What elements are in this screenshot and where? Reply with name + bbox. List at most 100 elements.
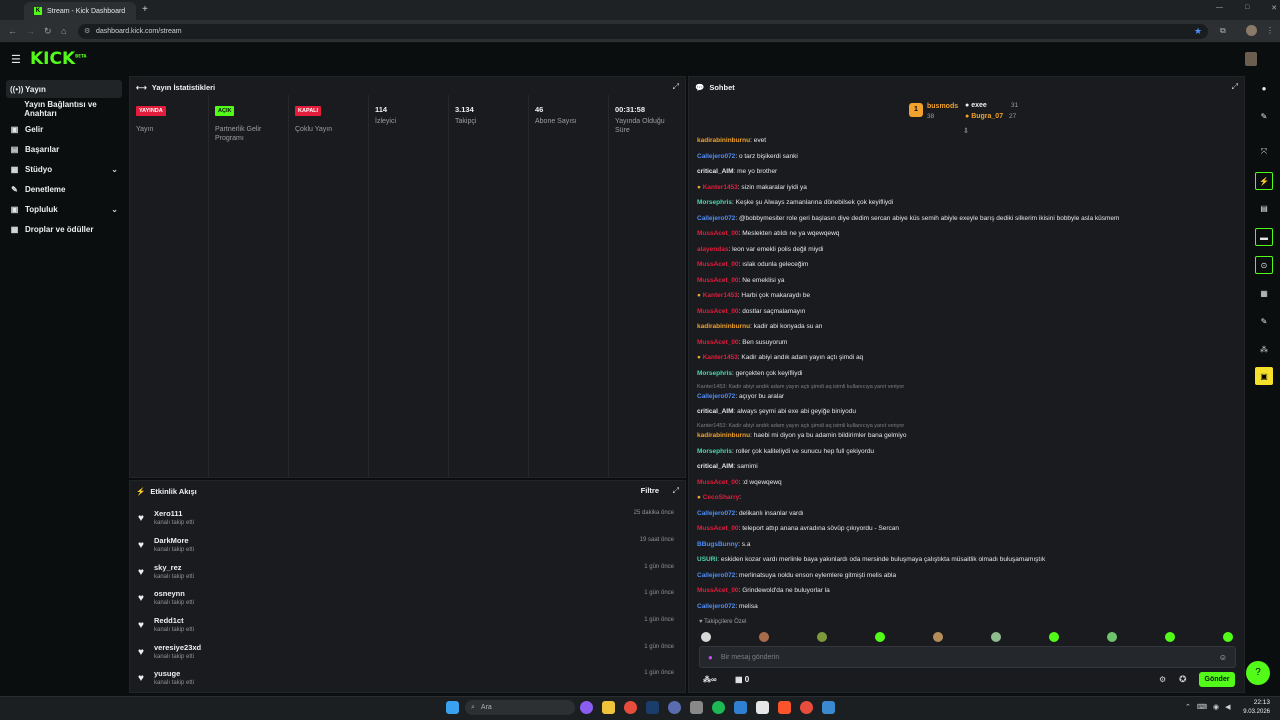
chat-username[interactable]: critical_AIM (697, 408, 734, 415)
new-tab-button[interactable]: + (142, 4, 148, 15)
sidebar-item-basarilar[interactable]: ▤ Başarılar (6, 140, 122, 158)
sidebar-item-studyo[interactable]: ▦ Stüdyo ⌄ (6, 160, 122, 178)
chat-username[interactable]: Morsephris (697, 370, 732, 377)
expand-icon[interactable]: ⤢ (673, 82, 679, 92)
home-icon[interactable]: ⌂ (61, 26, 66, 36)
emote-icon[interactable] (1049, 632, 1059, 642)
clapper-icon[interactable]: ▣ (1255, 367, 1273, 385)
chrome-active-icon[interactable] (800, 701, 813, 714)
minimize-button[interactable]: — (1216, 4, 1223, 12)
sidebar-item-yayin[interactable]: ((•)) Yayın (6, 80, 122, 98)
emote-icon[interactable] (759, 632, 769, 642)
close-window-button[interactable]: ✕ (1271, 4, 1277, 12)
chat-username[interactable]: Callejero072 (697, 572, 735, 579)
help-chat-button[interactable]: ? (1246, 661, 1270, 685)
chat-username[interactable]: MussAcet_00 (697, 339, 739, 346)
app-icon[interactable] (668, 701, 681, 714)
chat-username[interactable]: Morsephris (697, 448, 732, 455)
emote-icon[interactable] (1223, 632, 1233, 642)
chat-username[interactable]: Callejero072 (697, 603, 735, 610)
chat-username[interactable]: Kanter1453 (703, 354, 738, 361)
mod-tools-icon[interactable]: ✪ (1179, 674, 1187, 685)
chat-username[interactable]: MussAcet_00 (697, 230, 739, 237)
edit-icon[interactable]: ✎ (1255, 107, 1273, 125)
sidebar-item-topluluk[interactable]: ▣ Topluluk ⌄ (6, 200, 122, 218)
chat-username[interactable]: MussAcet_00 (697, 277, 739, 284)
sidebar-item-gelir[interactable]: ▣ Gelir (6, 120, 122, 138)
reload-icon[interactable]: ↻ (44, 26, 52, 37)
emote-icon[interactable] (701, 632, 711, 642)
layout-icon[interactable]: ▦ (1255, 284, 1273, 302)
leader-3[interactable]: ● Bugra_07 (965, 113, 1003, 120)
vscode-icon[interactable] (734, 701, 747, 714)
kick-logo[interactable]: KICKBETA (30, 49, 86, 69)
chat-toggle-icon[interactable]: ▬ (1255, 228, 1273, 246)
wrench-tool-icon[interactable]: ✎ (1255, 312, 1273, 330)
extensions-icon[interactable]: ⧉ (1220, 26, 1226, 36)
chat-username[interactable]: Callejero072 (697, 215, 735, 222)
app-icon[interactable] (822, 701, 835, 714)
chat-username[interactable]: BBugsBunny (697, 541, 738, 548)
activity-user[interactable]: Xero111 (154, 509, 182, 518)
chat-username[interactable]: Callejero072 (697, 510, 735, 517)
chat-username[interactable]: CecoSharry (703, 494, 740, 501)
menu-icon[interactable]: ☰ (11, 53, 21, 66)
expand-icon[interactable]: ⤢ (1232, 82, 1238, 92)
address-bar[interactable]: dashboard.kick.com/stream (78, 24, 1208, 39)
activity-user[interactable]: sky_rez (154, 563, 182, 572)
browser-tab[interactable]: K Stream - Kick Dashboard (24, 2, 136, 20)
points-display[interactable]: ⁂∞ (703, 675, 717, 684)
chat-username[interactable]: Kanter1453 (703, 292, 738, 299)
activity-user[interactable]: veresiye23xd (154, 643, 201, 652)
app-icon[interactable] (756, 701, 769, 714)
chat-username[interactable]: Kanter1453 (703, 184, 738, 191)
forward-icon[interactable]: → (26, 26, 35, 36)
chat-username[interactable]: kadirabininburnu (697, 432, 750, 439)
mic-icon[interactable]: ● (708, 653, 713, 662)
user-avatar[interactable] (1245, 52, 1257, 66)
community-tool-icon[interactable]: ⁂ (1255, 340, 1273, 358)
app-icon[interactable] (690, 701, 703, 714)
sidebar-item-droplar[interactable]: ▦ Droplar ve ödüller (6, 220, 122, 238)
chat-username[interactable]: alayendas (697, 246, 728, 253)
bookmark-star-icon[interactable]: ★ (1194, 26, 1202, 37)
lightning-icon[interactable]: ⚡ (1255, 172, 1273, 190)
activity-user[interactable]: osneynn (154, 589, 185, 598)
emote-icon[interactable] (817, 632, 827, 642)
chat-username[interactable]: Callejero072 (697, 153, 735, 160)
chat-username[interactable]: MussAcet_00 (697, 308, 739, 315)
send-button[interactable]: Gönder (1199, 672, 1235, 687)
profile-avatar[interactable] (1246, 25, 1257, 36)
chat-username[interactable]: MussAcet_00 (697, 587, 739, 594)
activity-user[interactable]: yusuge (154, 669, 180, 678)
chat-username[interactable]: MussAcet_00 (697, 261, 739, 268)
site-info-icon[interactable]: ⚙ (84, 27, 90, 35)
chat-username[interactable]: kadirabininburnu (697, 137, 750, 144)
collapse-icon[interactable]: ⇩ (963, 127, 969, 135)
filter-button[interactable]: Filtre (641, 486, 659, 495)
chat-username[interactable]: Morsephris (697, 199, 732, 206)
emote-icon[interactable] (991, 632, 1001, 642)
app-icon[interactable] (580, 701, 593, 714)
chat-username[interactable]: MussAcet_00 (697, 479, 739, 486)
file-explorer-icon[interactable] (602, 701, 615, 714)
chat-input[interactable]: ● Bir mesaj gönderin ☺ (699, 646, 1236, 668)
info-icon[interactable]: ● (1255, 79, 1273, 97)
system-tray-icons[interactable]: ⌃⌨◉◀ (1185, 703, 1236, 711)
chat-username[interactable]: USURi (697, 556, 717, 563)
expand-icon[interactable]: ⤢ (673, 486, 679, 496)
chat-username[interactable]: critical_AIM (697, 168, 734, 175)
maximize-button[interactable]: □ (1245, 4, 1249, 12)
emote-icon[interactable] (1107, 632, 1117, 642)
sidebar-item-stream-key[interactable]: Yayın Bağlantısı ve Anahtarı (6, 100, 122, 118)
taskbar-search[interactable]: ⌕ Ara (465, 700, 575, 715)
gift-count[interactable]: ▦ 0 (735, 675, 749, 684)
emoji-icon[interactable]: ☺ (1219, 653, 1227, 662)
emote-icon[interactable] (933, 632, 943, 642)
chat-username[interactable]: kadirabininburnu (697, 323, 750, 330)
chat-username[interactable]: MussAcet_00 (697, 525, 739, 532)
browser-menu-icon[interactable]: ⋮ (1266, 26, 1274, 35)
windows-start-icon[interactable] (446, 701, 459, 714)
chrome-icon[interactable] (624, 701, 637, 714)
expand-arrows-icon[interactable]: ⤧ (1255, 143, 1273, 161)
